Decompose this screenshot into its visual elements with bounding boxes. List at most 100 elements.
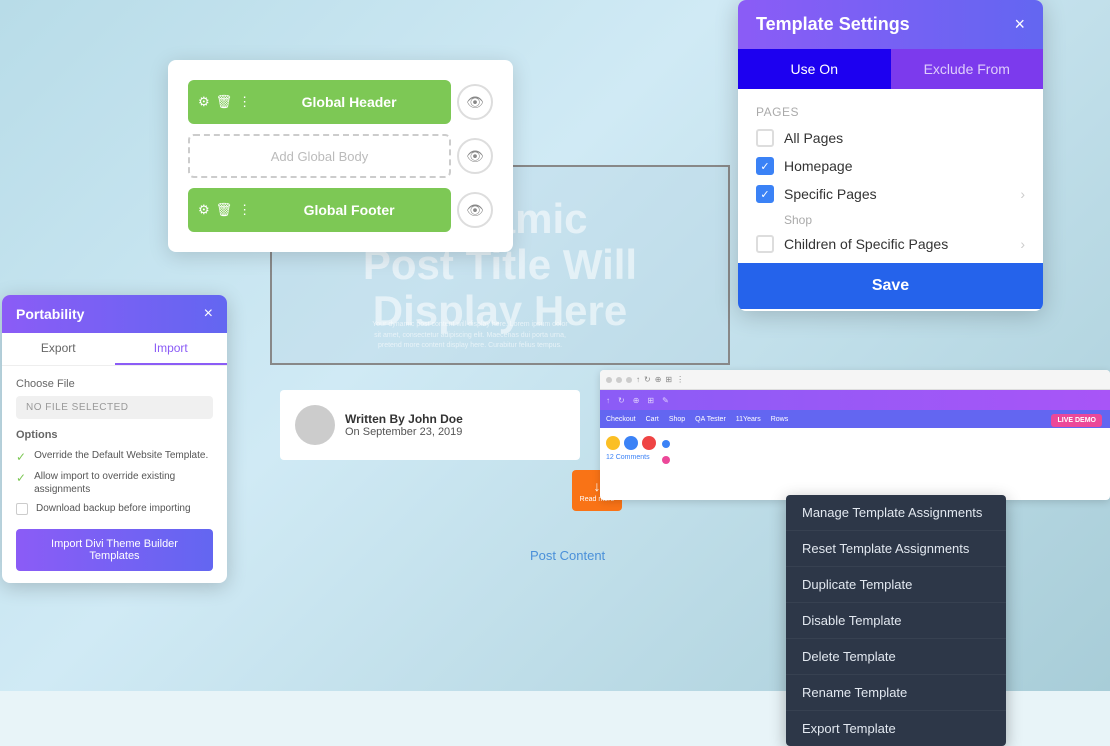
eye-button-footer[interactable]: 👁 xyxy=(457,192,493,228)
portability-tab-export[interactable]: Export xyxy=(2,333,115,365)
options-label: Options xyxy=(16,429,213,441)
gear-icon-header[interactable]: ⚙ xyxy=(198,94,210,110)
option-text-1: Override the Default Website Template. xyxy=(34,449,208,462)
ctx-rename[interactable]: Rename Template xyxy=(786,675,1006,711)
post-content-placeholder: Your dynamic post content will display h… xyxy=(370,320,570,352)
save-button[interactable]: Save xyxy=(738,263,1043,309)
browser-toolbar: ↑ ↻ ⊕ ⊞ ⋮ xyxy=(600,370,1110,390)
ctx-duplicate[interactable]: Duplicate Template xyxy=(786,567,1006,603)
live-demo-button[interactable]: LIVE DEMO xyxy=(1051,414,1102,427)
portability-close-button[interactable]: × xyxy=(204,305,213,323)
checkbox-homepage[interactable]: ✓ xyxy=(756,157,774,175)
global-body-row: Add Global Body 👁 xyxy=(188,134,493,178)
more-icon-header[interactable]: ⋮ xyxy=(238,94,251,110)
nav-rows[interactable]: Rows xyxy=(771,416,789,423)
post-content-label: Post Content xyxy=(530,548,605,563)
global-header-bar: ⚙ 🗑 ⋮ Global Header xyxy=(188,80,451,124)
nav-icon-1: ↑ xyxy=(606,396,610,405)
toolbar-icon-2: ↻ xyxy=(644,375,651,384)
context-menu: Manage Template Assignments Reset Templa… xyxy=(786,495,1006,746)
builder-panel: ⚙ 🗑 ⋮ Global Header 👁 Add Global Body 👁 … xyxy=(168,60,513,252)
trash-icon-footer[interactable]: 🗑 xyxy=(216,202,233,218)
nav-icon-4: ⊞ xyxy=(647,396,654,405)
template-settings-tabs: Use On Exclude From xyxy=(738,49,1043,89)
global-footer-label: Global Footer xyxy=(257,202,441,218)
portability-tab-import[interactable]: Import xyxy=(115,333,228,365)
nav-shop[interactable]: Shop xyxy=(669,416,685,423)
shop-sub-label: Shop xyxy=(784,213,1025,227)
toolbar-icon-5: ⋮ xyxy=(676,375,684,384)
nav-icon-5: ✎ xyxy=(662,396,669,405)
global-header-label: Global Header xyxy=(257,94,441,110)
checkbox-all-pages[interactable] xyxy=(756,129,774,147)
pages-section-label: Pages xyxy=(756,105,1025,119)
check-icon-2: ✓ xyxy=(16,471,26,485)
option-all-pages[interactable]: All Pages xyxy=(756,129,1025,147)
browser-dots-area xyxy=(662,440,670,464)
option-item-3: Download backup before importing xyxy=(16,502,213,515)
browser-preview: ↑ ↻ ⊕ ⊞ ⋮ ↑ ↻ ⊕ ⊞ ✎ Checkout Cart Shop Q… xyxy=(600,370,1110,500)
option-homepage[interactable]: ✓ Homepage xyxy=(756,157,1025,175)
template-settings-panel: Template Settings × Use On Exclude From … xyxy=(738,0,1043,311)
toolbar-icon-1: ↑ xyxy=(636,375,640,384)
check-icon-1: ✓ xyxy=(16,450,26,464)
nav-qa[interactable]: QA Tester xyxy=(695,416,726,423)
option-children-specific[interactable]: Children of Specific Pages › xyxy=(756,235,1025,253)
homepage-label: Homepage xyxy=(784,158,853,174)
eye-button-header[interactable]: 👁 xyxy=(457,84,493,120)
toolbar-icon-4: ⊞ xyxy=(665,375,672,384)
social-icon-pinterest xyxy=(642,436,656,450)
written-by-info: Written By John Doe On September 23, 201… xyxy=(345,412,463,438)
ctx-manage-assignments[interactable]: Manage Template Assignments xyxy=(786,495,1006,531)
trash-icon-header[interactable]: 🗑 xyxy=(216,94,233,110)
option-item-2: ✓ Allow import to override existing assi… xyxy=(16,470,213,496)
file-input[interactable]: NO FILE SELECTED xyxy=(16,396,213,419)
tab-exclude-from[interactable]: Exclude From xyxy=(891,49,1044,89)
social-icon-youtube xyxy=(606,436,620,450)
ctx-export[interactable]: Export Template xyxy=(786,711,1006,746)
template-settings-close-button[interactable]: × xyxy=(1014,14,1025,35)
more-icon-footer[interactable]: ⋮ xyxy=(238,202,251,218)
global-header-row: ⚙ 🗑 ⋮ Global Header 👁 xyxy=(188,80,493,124)
portability-title: Portability xyxy=(16,306,84,322)
import-button[interactable]: Import Divi Theme Builder Templates xyxy=(16,529,213,571)
portability-panel: Portability × Export Import Choose File … xyxy=(2,295,227,583)
template-settings-header: Template Settings × xyxy=(738,0,1043,49)
checkbox-children-specific[interactable] xyxy=(756,235,774,253)
avatar xyxy=(295,405,335,445)
indicator-dot-1 xyxy=(662,440,670,448)
portability-header: Portability × xyxy=(2,295,227,333)
ctx-delete[interactable]: Delete Template xyxy=(786,639,1006,675)
option-specific-pages[interactable]: ✓ Specific Pages › xyxy=(756,185,1025,203)
option-text-3: Download backup before importing xyxy=(36,502,191,515)
social-icons-area: 12 Comments xyxy=(606,432,656,464)
tab-use-on[interactable]: Use On xyxy=(738,49,891,89)
nav-icon-2: ↻ xyxy=(618,396,625,405)
nav-checkout[interactable]: Checkout xyxy=(606,416,636,423)
children-specific-label: Children of Specific Pages xyxy=(784,236,948,252)
gear-icon-footer[interactable]: ⚙ xyxy=(198,202,210,218)
all-pages-label: All Pages xyxy=(784,130,843,146)
chevron-specific-pages-icon: › xyxy=(1020,186,1025,202)
eye-button-body[interactable]: 👁 xyxy=(457,138,493,174)
nav-cart[interactable]: Cart xyxy=(646,416,659,423)
checkbox-specific-pages[interactable]: ✓ xyxy=(756,185,774,203)
ctx-disable[interactable]: Disable Template xyxy=(786,603,1006,639)
browser-dot-1 xyxy=(606,377,612,383)
portability-tabs: Export Import xyxy=(2,333,227,366)
ctx-reset-assignments[interactable]: Reset Template Assignments xyxy=(786,531,1006,567)
template-settings-title: Template Settings xyxy=(756,14,910,35)
global-body-placeholder: Add Global Body xyxy=(271,149,369,164)
comments-label: 12 Comments xyxy=(606,454,656,461)
written-by-prefix: Written By John Doe xyxy=(345,412,463,426)
browser-content: 12 Comments xyxy=(600,428,1110,468)
nav-icon-3: ⊕ xyxy=(633,396,640,405)
nav-11years[interactable]: 11Years xyxy=(736,416,761,423)
choose-file-label: Choose File xyxy=(16,378,213,390)
global-body-empty[interactable]: Add Global Body xyxy=(188,134,451,178)
written-by-date: On September 23, 2019 xyxy=(345,426,463,438)
specific-pages-label: Specific Pages xyxy=(784,186,877,202)
written-by-area: Written By John Doe On September 23, 201… xyxy=(280,390,580,460)
option-item-1: ✓ Override the Default Website Template. xyxy=(16,449,213,464)
browser-dot-2 xyxy=(616,377,622,383)
